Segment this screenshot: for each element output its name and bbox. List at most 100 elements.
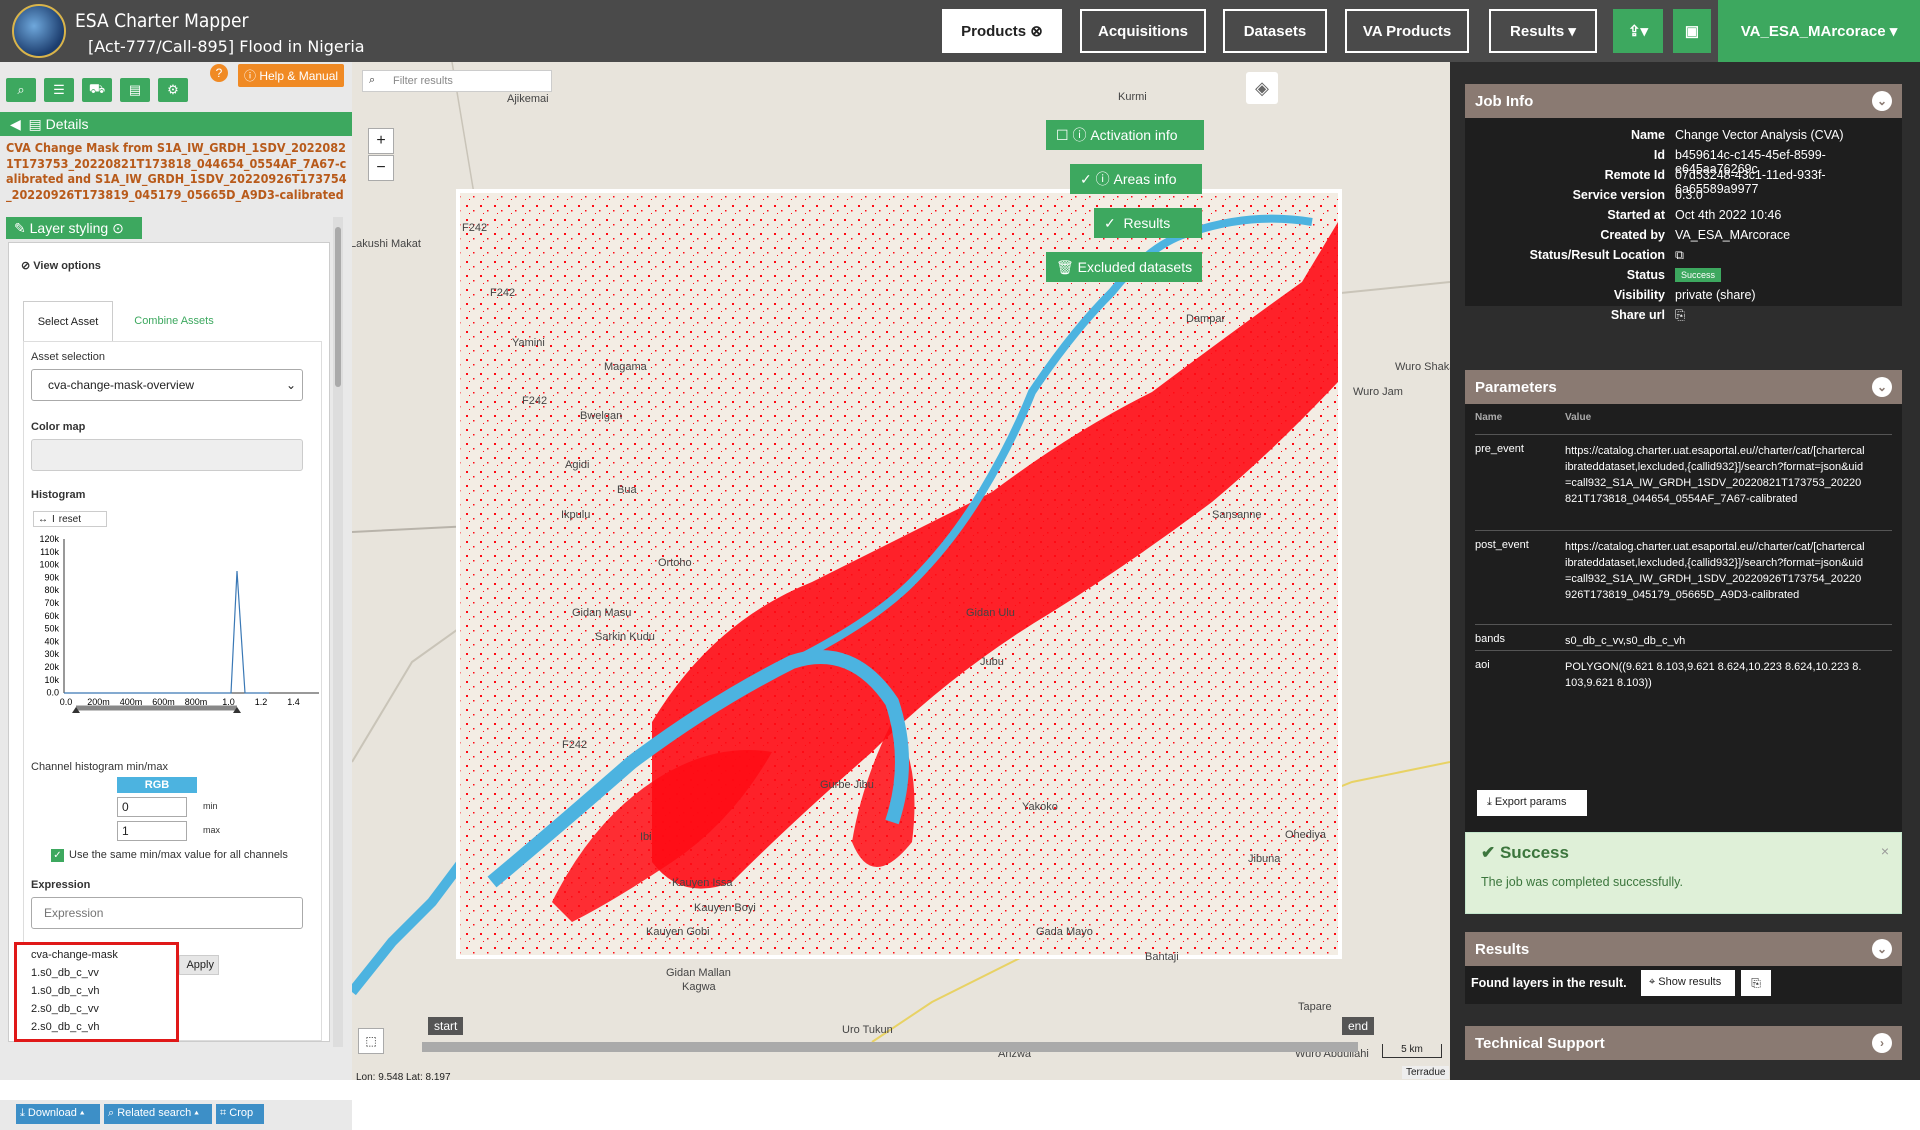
asset-list-item[interactable]: 1.s0_db_c_vh [31,985,100,997]
excluded-label: Excluded datasets [1077,259,1193,275]
job-field-label: Service version [1572,188,1665,202]
chevron-down-icon[interactable]: ⌄ [1872,377,1892,397]
max-input[interactable]: 1 [117,821,187,841]
close-icon[interactable]: ⊗ [1030,22,1043,40]
results-header[interactable]: Results ⌄ [1465,932,1902,966]
found-layers-text: Found layers in the result. [1471,976,1627,990]
briefcase-button[interactable]: ▣ [1673,9,1711,53]
results-toggle-button[interactable]: ✓ Results [1094,208,1202,238]
job-field-value[interactable]: ⧉ [1675,248,1684,263]
chevron-right-icon[interactable]: › [1872,1033,1892,1053]
timeline-bar[interactable] [422,1042,1358,1052]
y-tick-label: 110k [40,547,59,557]
layer-styling-header[interactable]: ✎ Layer styling ⊙ [6,217,142,239]
help-manual-button[interactable]: ⓘ Help & Manual [238,64,345,87]
success-title-text: Success [1499,843,1569,862]
job-field-label: Visibility [1613,288,1665,302]
nav-results[interactable]: Results ▾ [1489,9,1597,53]
map-place-label: Magama [604,361,648,373]
map-place-label: Kagwa [682,981,717,993]
success-title: ✔ Success [1481,843,1569,862]
close-icon[interactable]: × [1881,843,1889,859]
search-icon[interactable]: ⌕ [6,78,36,102]
app-logo [12,4,66,58]
same-minmax-label: Use the same min/max value for all chann… [69,849,288,861]
areas-info-button[interactable]: ✓ ⓘ Areas info [1070,164,1202,194]
list-icon[interactable]: ☰ [44,78,74,102]
view-options[interactable]: ⊘ View options [21,259,101,272]
download-button[interactable]: ⤓ Download ▴ [16,1104,100,1124]
asset-list-item[interactable]: cva-change-mask [31,949,118,961]
nav-va-products[interactable]: VA Products [1345,9,1469,53]
chevron-down-icon[interactable]: ⌄ [1872,91,1892,111]
details-header[interactable]: ◀ ▤ Details [0,112,352,136]
show-results-button[interactable]: ⌖ Show results [1641,970,1735,996]
crop-button[interactable]: ⌗ Crop [216,1104,264,1124]
layers-icon[interactable]: ◈ [1246,72,1278,104]
asset-select[interactable]: cva-change-mask-overview ⌄ [31,369,303,401]
x-tick-label: 1.2 [255,697,268,707]
zoom-in-button[interactable]: + [368,128,394,154]
left-panel: ⌕ ☰ ⛟ ▤ ⚙ ? ⓘ Help & Manual ◀ ▤ Details … [0,62,352,1130]
zoom-icon[interactable]: I [52,514,55,525]
job-info-header[interactable]: Job Info ⌄ [1465,84,1902,118]
nav-products[interactable]: Products ⊗ [942,9,1062,53]
job-info-title: Job Info [1475,92,1534,110]
user-menu[interactable]: VA_ESA_MArcorace ▾ [1718,0,1920,62]
job-field-label: Status/Result Location [1529,248,1665,262]
chevron-down-icon[interactable]: ⌄ [1872,939,1892,959]
map-place-label: Uro Tukun [842,1024,893,1036]
nav-acquisitions[interactable]: Acquisitions [1080,9,1206,53]
timeline-end[interactable]: end [1342,1017,1375,1035]
map-place-label: Jibuna [1248,853,1281,865]
parameters-header[interactable]: Parameters ⌄ [1465,370,1902,404]
tab-combine-assets[interactable]: Combine Assets [119,301,229,341]
map-place-label: Jubu [980,656,1004,668]
crop-label: Crop [229,1107,254,1119]
export-params-button[interactable]: ⤓ Export params [1477,790,1587,816]
excluded-datasets-button[interactable]: 🗑 Excluded datasets [1046,252,1202,282]
expression-input[interactable] [31,897,303,929]
zoom-out-button[interactable]: − [368,155,394,181]
product-title: CVA Change Mask from S1A_IW_GRDH_1SDV_20… [6,140,347,202]
archive-icon[interactable]: ▤ [120,78,150,102]
asset-list-item[interactable]: 2.s0_db_c_vv [31,1003,99,1015]
histogram-reset-button[interactable]: reset [59,514,81,525]
export-params-label: Export params [1494,796,1567,808]
activation-info-label: Activation info [1090,127,1178,143]
map-place-label: Kurmi [1118,91,1147,103]
color-map-select[interactable] [31,439,303,471]
tab-select-asset[interactable]: Select Asset [23,301,113,341]
question-icon[interactable]: ? [210,64,228,82]
job-field-value: 0.3.0 [1675,188,1703,202]
upload-button[interactable]: ⇪▾ [1613,9,1663,53]
technical-support-header[interactable]: Technical Support › [1465,1026,1902,1060]
asset-list-item[interactable]: 2.s0_db_c_vh [31,1021,100,1033]
map-place-label: Dampar [1186,313,1225,325]
gear-icon[interactable]: ⚙ [158,78,188,102]
y-tick-label: 50k [44,624,59,634]
filter-results-input[interactable]: ⌕ Filter results [362,70,552,92]
nav-products-label: Products [961,22,1027,40]
map-place-label: Sarkin Kudu [595,631,655,643]
related-search-button[interactable]: ⌕ Related search ▴ [104,1104,212,1124]
timeline-start[interactable]: start [428,1017,464,1035]
min-input[interactable]: 0 [117,797,187,817]
map-view[interactable]: Ajikemai Kurmi Lakushi Makat F242 F242 Yamini… [352,62,1450,1080]
map-canvas: Ajikemai Kurmi Lakushi Makat F242 F242 Yamini… [352,62,1450,1060]
min-label: min [203,801,218,811]
fullscreen-icon[interactable]: ⬚ [358,1028,384,1054]
map-place-label: F242 [562,739,587,751]
copy-icon[interactable]: ⎘ [1741,970,1771,996]
basket-icon[interactable]: ⛟ [82,78,112,102]
map-place-label: Yamini [512,337,545,349]
map-place-label: Agidi [565,459,589,471]
asset-list-item[interactable]: 1.s0_db_c_vv [31,967,99,979]
same-minmax-checkbox[interactable]: ✓ [51,849,64,862]
pan-icon[interactable]: ↔ [38,514,48,525]
nav-datasets[interactable]: Datasets [1223,9,1327,53]
job-field-value[interactable]: ⎘ [1675,308,1685,323]
apply-button[interactable]: Apply [179,955,219,975]
left-scrollbar[interactable] [333,217,343,1047]
activation-info-button[interactable]: ☐ ⓘ Activation info [1046,120,1204,150]
